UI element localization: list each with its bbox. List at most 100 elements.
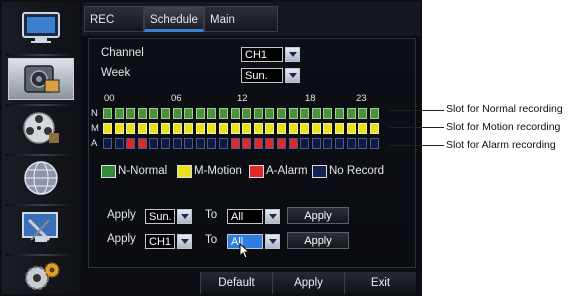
apply-from-day-select[interactable]: Sun.	[145, 209, 192, 224]
apply-to-day-select[interactable]: All	[227, 209, 280, 224]
motion-slot[interactable]	[346, 123, 356, 134]
motion-slot[interactable]	[335, 123, 344, 134]
week-value: Sun.	[241, 68, 283, 83]
normal-slot[interactable]	[358, 108, 368, 119]
motion-slot[interactable]	[184, 123, 194, 134]
alarm-slot[interactable]	[288, 138, 298, 149]
normal-slot[interactable]	[265, 108, 275, 119]
motion-slot[interactable]	[126, 123, 136, 134]
legend-swatch-motion	[177, 165, 192, 178]
chevron-down-icon[interactable]	[177, 209, 192, 224]
normal-slot[interactable]	[207, 108, 217, 119]
normal-slot[interactable]	[288, 108, 298, 119]
sidebar-item-playback[interactable]	[10, 108, 72, 148]
alarm-slot[interactable]	[149, 138, 159, 149]
sidebar-item-system[interactable]	[10, 208, 72, 248]
alarm-slot[interactable]	[265, 138, 275, 149]
tab-rec-para[interactable]: REC Para	[84, 6, 144, 52]
motion-slot[interactable]	[277, 123, 286, 134]
normal-slot[interactable]	[137, 108, 147, 119]
alarm-slot[interactable]	[137, 138, 147, 149]
normal-slot[interactable]	[172, 108, 182, 119]
motion-slot[interactable]	[358, 123, 368, 134]
chevron-down-icon[interactable]	[177, 234, 192, 249]
motion-slot[interactable]	[311, 123, 321, 134]
motion-slot[interactable]	[242, 123, 252, 134]
sidebar-item-advanced[interactable]	[10, 256, 72, 296]
alarm-slot[interactable]	[335, 138, 344, 149]
alarm-slot[interactable]	[242, 138, 252, 149]
normal-slot[interactable]	[195, 108, 205, 119]
sidebar-item-record[interactable]	[8, 58, 74, 100]
motion-slot[interactable]	[288, 123, 298, 134]
sidebar-item-network[interactable]	[10, 158, 72, 198]
alarm-slot[interactable]	[207, 138, 217, 149]
motion-slot[interactable]	[161, 123, 170, 134]
alarm-slot[interactable]	[358, 138, 368, 149]
motion-slot[interactable]	[149, 123, 159, 134]
motion-slot[interactable]	[323, 123, 333, 134]
alarm-slot[interactable]	[253, 138, 263, 149]
apply-day-button[interactable]: Apply	[287, 207, 349, 224]
alarm-slot[interactable]	[172, 138, 182, 149]
week-select[interactable]: Sun.	[241, 68, 300, 83]
alarm-slot[interactable]	[184, 138, 194, 149]
normal-slot[interactable]	[300, 108, 310, 119]
alarm-slot[interactable]	[161, 138, 170, 149]
normal-slot[interactable]	[277, 108, 286, 119]
normal-slot[interactable]	[149, 108, 159, 119]
alarm-slot[interactable]	[219, 138, 228, 149]
normal-slot[interactable]	[253, 108, 263, 119]
exit-button[interactable]: Exit	[344, 272, 416, 294]
apply-channel-button[interactable]: Apply	[287, 232, 349, 249]
apply-button[interactable]: Apply	[272, 272, 344, 294]
motion-slot[interactable]	[114, 123, 124, 134]
normal-slot[interactable]	[161, 108, 170, 119]
alarm-slot[interactable]	[300, 138, 310, 149]
normal-slot[interactable]	[311, 108, 321, 119]
apply-from-channel-select[interactable]: CH1	[145, 234, 192, 249]
alarm-slot[interactable]	[126, 138, 136, 149]
normal-slot[interactable]	[346, 108, 356, 119]
alarm-slot[interactable]	[114, 138, 124, 149]
alarm-slot[interactable]	[369, 138, 379, 149]
normal-slot[interactable]	[103, 108, 112, 119]
chevron-down-icon[interactable]	[285, 47, 300, 62]
motion-slot[interactable]	[369, 123, 379, 134]
alarm-slot[interactable]	[346, 138, 356, 149]
channel-select[interactable]: CH1	[241, 47, 300, 62]
normal-slot[interactable]	[184, 108, 194, 119]
motion-slot[interactable]	[195, 123, 205, 134]
motion-slot[interactable]	[230, 123, 240, 134]
motion-slot[interactable]	[219, 123, 228, 134]
alarm-slot[interactable]	[323, 138, 333, 149]
normal-slot[interactable]	[242, 108, 252, 119]
normal-slot[interactable]	[230, 108, 240, 119]
alarm-slot[interactable]	[195, 138, 205, 149]
alarm-slot[interactable]	[230, 138, 240, 149]
sidebar-item-display[interactable]	[10, 8, 72, 48]
motion-slot[interactable]	[265, 123, 275, 134]
normal-slot[interactable]	[335, 108, 344, 119]
motion-slot[interactable]	[253, 123, 263, 134]
normal-slot[interactable]	[323, 108, 333, 119]
motion-slot[interactable]	[207, 123, 217, 134]
normal-slot[interactable]	[219, 108, 228, 119]
alarm-slot[interactable]	[311, 138, 321, 149]
chevron-down-icon[interactable]	[285, 68, 300, 83]
chevron-down-icon[interactable]	[265, 209, 280, 224]
normal-slot[interactable]	[369, 108, 379, 119]
default-button[interactable]: Default	[200, 272, 272, 294]
tab-schedule[interactable]: Schedule	[144, 6, 204, 32]
alarm-slot[interactable]	[103, 138, 112, 149]
normal-slot[interactable]	[114, 108, 124, 119]
apply-to-channel-select[interactable]: All	[227, 234, 280, 249]
chevron-down-icon[interactable]	[265, 234, 280, 249]
motion-slot[interactable]	[137, 123, 147, 134]
tab-main-stream[interactable]: Main Stream	[204, 6, 278, 52]
motion-slot[interactable]	[103, 123, 112, 134]
motion-slot[interactable]	[300, 123, 310, 134]
alarm-slot[interactable]	[277, 138, 286, 149]
normal-slot[interactable]	[126, 108, 136, 119]
motion-slot[interactable]	[172, 123, 182, 134]
